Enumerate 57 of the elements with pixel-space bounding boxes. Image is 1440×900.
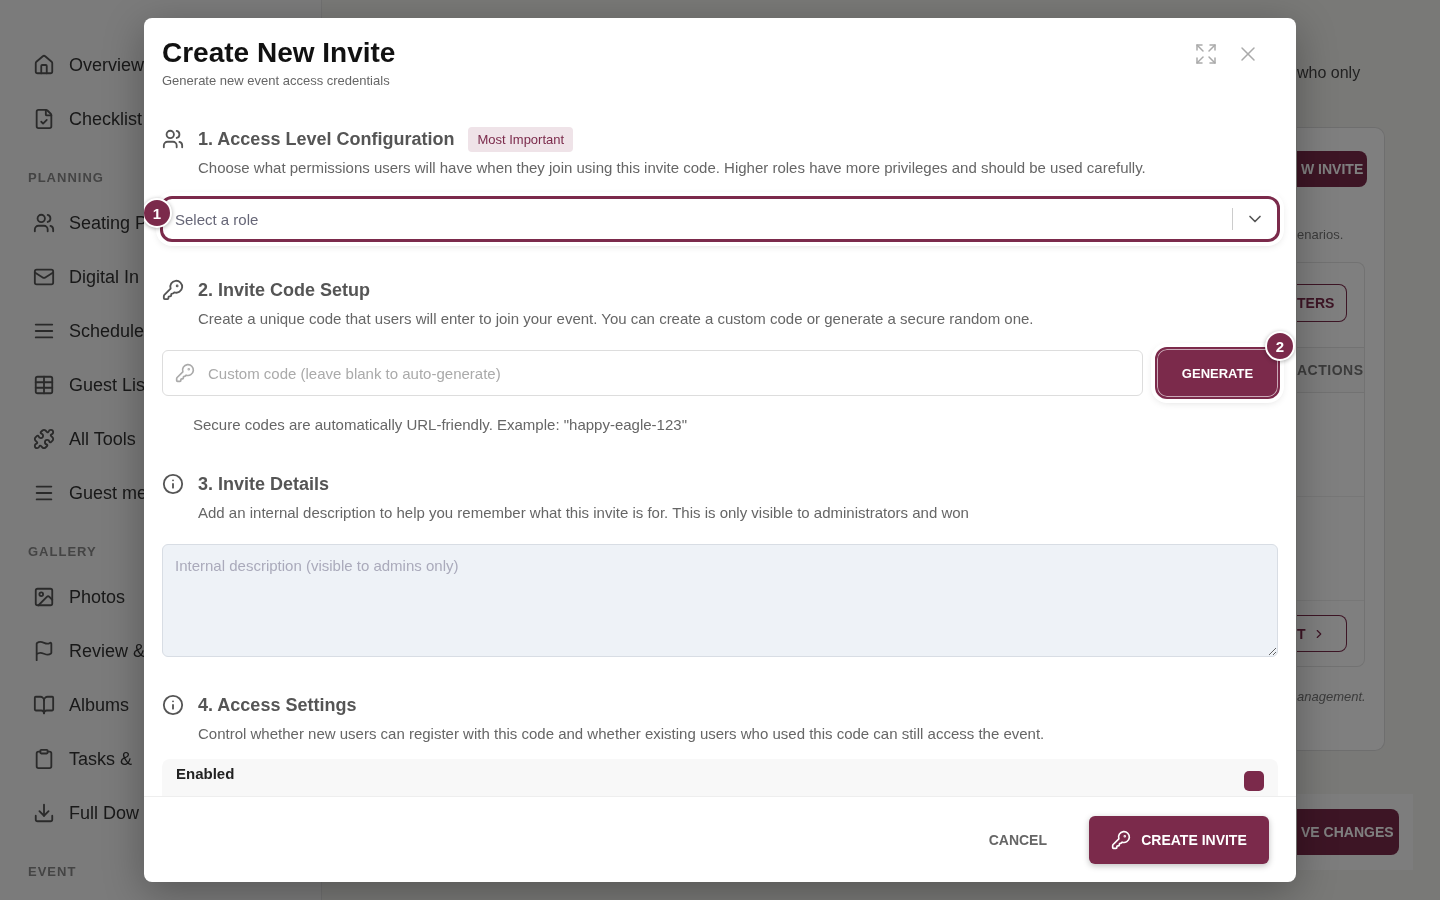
sidebar-item[interactable]: Overview: [69, 54, 144, 76]
sidebar-item[interactable]: Full Dow: [69, 802, 139, 824]
puzzle-icon: [33, 428, 55, 450]
section-heading: 4. Access Settings: [198, 694, 357, 716]
expand-icon[interactable]: [1194, 42, 1218, 66]
clipboard-icon: [33, 748, 55, 770]
info-icon: [162, 694, 184, 716]
sidebar-item[interactable]: Photos: [69, 586, 126, 608]
section-description: Control whether new users can register with this code and whether existing users who used this code can still access the event.: [197, 724, 1046, 744]
document-check-icon: [33, 108, 55, 130]
sidebar-item[interactable]: Review &: [69, 640, 146, 662]
intro-text: who only: [1297, 64, 1362, 83]
download-icon: [33, 802, 55, 824]
sidebar-item[interactable]: Guest Lis: [69, 374, 146, 396]
info-icon: [162, 473, 184, 495]
step-badge: 2: [1265, 331, 1295, 361]
filters-button[interactable]: TERS: [1297, 284, 1347, 322]
priority-tag: Most Important: [468, 126, 574, 152]
note-text: enarios.: [1297, 227, 1345, 242]
dialog-subtitle: Generate new event access credentials: [162, 72, 391, 90]
key-icon: [162, 279, 184, 301]
flag-icon: [33, 640, 55, 662]
new-invite-button[interactable]: W INVITE: [1297, 151, 1367, 187]
sidebar-item[interactable]: All Tools: [69, 428, 136, 450]
save-changes-button[interactable]: VE CHANGES: [1297, 809, 1399, 855]
house-icon: [33, 54, 55, 76]
table-icon: [33, 374, 55, 396]
mail-icon: [33, 266, 55, 288]
section-description: Choose what permissions users will have when they join using this invite code. Higher roles have more privileges and should be used carefully.: [197, 158, 1147, 178]
cancel-button[interactable]: CANCEL: [982, 830, 1053, 849]
sidebar-item[interactable]: Checklist: [69, 108, 143, 130]
description-field[interactable]: Internal description (visible to admins only): [162, 544, 1278, 657]
toggle[interactable]: [1244, 771, 1264, 791]
table-header: ACTIONS: [1297, 347, 1364, 393]
next-button[interactable]: T: [1297, 615, 1347, 652]
people-icon: [33, 212, 55, 234]
dialog-title: Create New Invite: [162, 36, 396, 70]
sidebar-item[interactable]: Albums: [69, 694, 130, 716]
step-badge: 1: [144, 198, 172, 228]
section-heading: 3. Invite Details: [198, 473, 330, 495]
section-description: Add an internal description to help you remember what this invite is for. This is only visible to administrators and won: [197, 503, 970, 523]
sidebar-item[interactable]: Digital In: [69, 266, 140, 288]
sidebar-item[interactable]: Schedule: [69, 320, 145, 342]
code-input-field[interactable]: Custom code (leave blank to auto-generate): [162, 350, 1143, 396]
helper-text: Secure codes are automatically URL-friendly. Example: "happy-eagle-123": [192, 415, 688, 435]
footnote-text: anagement.: [1297, 689, 1367, 704]
sidebar-item[interactable]: Tasks &: [69, 748, 133, 770]
people-icon: [162, 128, 184, 150]
section-heading: 1. Access Level Configuration: [198, 128, 455, 150]
image-icon: [33, 586, 55, 608]
section-heading: 2. Invite Code Setup: [198, 279, 371, 301]
key-icon: [175, 363, 195, 383]
key-icon: [1111, 829, 1132, 850]
setting-label: Enabled: [176, 765, 235, 784]
book-icon: [33, 694, 55, 716]
create-invite-button[interactable]: CREATE INVITE: [1089, 815, 1269, 864]
section-description: Create a unique code that users will enter to join your event. You can create a custom code or generate a secure random one.: [197, 309, 1035, 329]
